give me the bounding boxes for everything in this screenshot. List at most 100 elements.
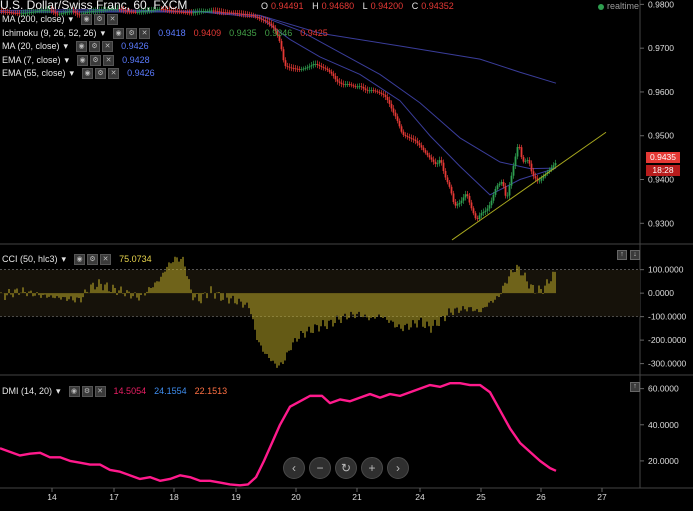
- gear-icon[interactable]: ⚙: [95, 68, 107, 80]
- candle-body: [516, 147, 519, 157]
- eye-icon[interactable]: ◉: [68, 386, 80, 398]
- candle-body: [474, 213, 477, 219]
- candle-body: [530, 163, 533, 172]
- candle-body: [334, 76, 337, 80]
- legend-value: 0.9409: [193, 27, 222, 38]
- close-icon[interactable]: ✕: [100, 254, 112, 266]
- zoom-in-button[interactable]: +: [361, 457, 383, 479]
- candle-body: [362, 86, 365, 89]
- candle-body: [504, 186, 507, 196]
- candle-body: [464, 194, 467, 198]
- candle-body: [490, 200, 493, 206]
- candle-body: [486, 208, 489, 211]
- close-icon[interactable]: ✕: [139, 27, 151, 39]
- close-icon[interactable]: ✕: [102, 41, 114, 53]
- legend-label[interactable]: Ichimoku (9, 26, 52, 26): [2, 27, 97, 40]
- legend-label[interactable]: EMA (7, close): [2, 54, 61, 67]
- price-tick-label: 0.9600: [648, 87, 674, 97]
- close-icon[interactable]: ✕: [94, 386, 106, 398]
- pane-up-icon[interactable]: ↑: [617, 250, 627, 260]
- cci-dropdown-icon[interactable]: ▾: [62, 253, 67, 266]
- candle-body: [338, 81, 341, 83]
- dropdown-icon[interactable]: ▾: [101, 27, 106, 40]
- candle-body: [424, 150, 427, 153]
- cci-tick-label: 100.0000: [648, 265, 684, 275]
- legend-value: 0.9418: [158, 27, 186, 38]
- gear-icon[interactable]: ⚙: [81, 386, 93, 398]
- eye-icon[interactable]: ◉: [82, 68, 94, 80]
- scroll-left-button[interactable]: ‹: [283, 457, 305, 479]
- candle-body: [442, 162, 445, 171]
- candle-body: [358, 86, 361, 88]
- dmi-tick-label: 20.0000: [648, 456, 679, 466]
- cci-value: 75.0734: [119, 254, 152, 265]
- gear-icon[interactable]: ⚙: [89, 41, 101, 53]
- price-tick-label: 0.9400: [648, 175, 674, 185]
- candle-body: [330, 71, 333, 74]
- pane-up-icon[interactable]: ↑: [630, 382, 640, 392]
- eye-icon[interactable]: ◉: [113, 27, 125, 39]
- cci-band: [0, 269, 640, 317]
- dmi-tick-label: 40.0000: [648, 420, 679, 430]
- time-tick-label: 14: [47, 492, 57, 502]
- chart-navigation: ‹ − ↻ + ›: [283, 457, 409, 479]
- candle-body: [444, 170, 447, 178]
- legend-value: 0.9425: [300, 27, 328, 38]
- price-tick-label: 0.9300: [648, 218, 674, 228]
- legend-value: 0.9346: [264, 27, 293, 38]
- gear-icon[interactable]: ⚙: [90, 54, 102, 66]
- cci-label[interactable]: CCI (50, hlc3): [2, 253, 58, 266]
- candle-body: [336, 79, 339, 82]
- zoom-out-button[interactable]: −: [309, 457, 331, 479]
- cci-tick-label: -100.0000: [648, 312, 687, 322]
- candle-body: [428, 155, 431, 158]
- candle-body: [332, 73, 335, 77]
- ohlc-key-high: H: [312, 1, 319, 11]
- legend-label[interactable]: MA (200, close): [2, 13, 65, 26]
- candle-body: [404, 134, 407, 136]
- dmi-tick-label: 60.0000: [648, 384, 679, 394]
- close-icon[interactable]: ✕: [108, 68, 120, 80]
- candle-body: [510, 175, 513, 186]
- candle-body: [480, 213, 483, 216]
- countdown-tag: 18:28: [646, 165, 680, 176]
- candle-body: [348, 84, 351, 85]
- legend-row: EMA (7, close) ▾ ◉ ⚙ ✕ 0.9428: [2, 54, 328, 68]
- candle-body: [340, 82, 343, 84]
- scroll-right-button[interactable]: ›: [387, 457, 409, 479]
- candle-body: [552, 165, 555, 168]
- pane-down-icon[interactable]: ↓: [630, 250, 640, 260]
- candle-body: [540, 178, 543, 181]
- dmi-dropdown-icon[interactable]: ▾: [56, 385, 61, 398]
- candle-body: [206, 10, 209, 12]
- reset-button[interactable]: ↻: [335, 457, 357, 479]
- dropdown-icon[interactable]: ▾: [69, 13, 74, 26]
- time-tick-label: 20: [291, 492, 301, 502]
- gear-icon[interactable]: ⚙: [94, 14, 106, 26]
- dropdown-icon[interactable]: ▾: [70, 67, 75, 80]
- legend-label[interactable]: EMA (55, close): [2, 67, 66, 80]
- realtime-dot-icon: [598, 3, 604, 10]
- time-tick-label: 17: [109, 492, 119, 502]
- gear-icon[interactable]: ⚙: [126, 27, 138, 39]
- candle-body: [488, 205, 491, 209]
- symbol-title[interactable]: U.S. Dollar/Swiss Franc, 60, FXCM: [0, 0, 187, 12]
- eye-icon[interactable]: ◉: [77, 54, 89, 66]
- candle-body: [466, 194, 469, 196]
- candle-body: [382, 93, 385, 95]
- eye-icon[interactable]: ◉: [76, 41, 88, 53]
- candle-body: [342, 83, 345, 85]
- dmi-label[interactable]: DMI (14, 20): [2, 385, 52, 398]
- cci-tick-label: 0.0000: [648, 288, 674, 298]
- gear-icon[interactable]: ⚙: [87, 254, 99, 266]
- dropdown-icon[interactable]: ▾: [65, 54, 70, 67]
- legend-label[interactable]: MA (20, close): [2, 40, 60, 53]
- candle-body: [500, 182, 503, 184]
- candle-body: [370, 90, 373, 92]
- eye-icon[interactable]: ◉: [81, 14, 93, 26]
- dropdown-icon[interactable]: ▾: [64, 40, 69, 53]
- close-icon[interactable]: ✕: [103, 54, 115, 66]
- eye-icon[interactable]: ◉: [74, 254, 86, 266]
- close-icon[interactable]: ✕: [107, 14, 119, 26]
- candle-body: [356, 86, 359, 88]
